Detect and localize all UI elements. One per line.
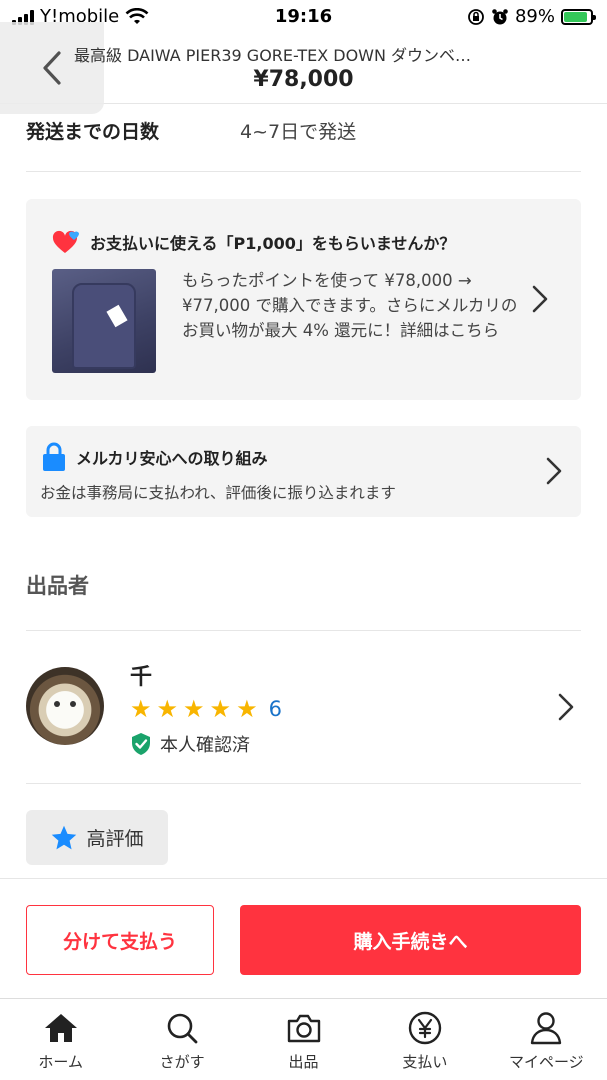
tab-label: マイページ	[508, 1053, 584, 1071]
tab-label: 出品	[288, 1053, 319, 1071]
star-icon: ★	[209, 695, 232, 723]
tab-label: 支払い	[402, 1053, 448, 1071]
divider	[26, 783, 581, 784]
star-icon: ★	[156, 695, 179, 723]
yen-icon	[408, 1011, 442, 1045]
seller-row[interactable]: 千 ★ ★ ★ ★ ★ 6 本人確認済	[0, 631, 607, 783]
battery-icon	[561, 8, 596, 25]
high-rating-label: 高評価	[86, 828, 144, 850]
lock-icon	[43, 442, 65, 471]
identity-verified: 本人確認済	[130, 731, 250, 757]
review-count: 6	[268, 697, 282, 721]
seller-section-heading: 出品者	[26, 574, 89, 598]
action-bar: 分けて支払う 購入手続きへ	[0, 878, 607, 998]
rotation-lock-icon	[468, 8, 484, 25]
point-campaign-body: もらったポイントを使って ¥78,000 → ¥77,000 で購入できます。さ…	[182, 271, 518, 340]
purchase-button[interactable]: 購入手続きへ	[240, 905, 581, 975]
chevron-right-icon	[532, 285, 548, 313]
shield-check-icon	[132, 733, 150, 755]
star-icon: ★	[236, 695, 258, 723]
safety-card[interactable]: メルカリ安心への取り組み お金は事務局に支払われ、評価後に振り込まれます	[26, 426, 581, 517]
star-icon: ★	[130, 695, 152, 723]
tab-label: ホーム	[38, 1053, 83, 1071]
hearts-icon	[52, 230, 79, 253]
chevron-right-icon	[546, 457, 562, 485]
seller-rating: ★ ★ ★ ★ ★ 6	[130, 697, 282, 721]
battery-percent: 89%	[514, 6, 555, 27]
point-campaign-headline-row: お支払いに使える「P1,000」をもらいませんか？	[52, 229, 455, 255]
safety-headline: メルカリ安心への取り組み	[76, 449, 268, 468]
star-icon	[52, 825, 77, 849]
tab-label: さがす	[159, 1053, 205, 1071]
tab-payment[interactable]: 支払い	[364, 999, 485, 1080]
shipping-days-row: 発送までの日数 4~7日で発送	[26, 104, 581, 172]
seller-avatar[interactable]	[26, 667, 104, 745]
status-bar-right: 89%	[467, 6, 596, 27]
split-payment-button[interactable]: 分けて支払う	[26, 905, 214, 975]
shipping-days-value: 4~7日で発送	[240, 121, 357, 143]
item-title: 最高級 DAIWA PIER39 GORE-TEX DOWN ダウンベ…	[74, 46, 472, 65]
item-header: 最高級 DAIWA PIER39 GORE-TEX DOWN ダウンベ… ¥78…	[0, 22, 607, 114]
item-price: ¥78,000	[253, 67, 354, 92]
person-icon	[531, 1012, 562, 1045]
tab-home[interactable]: ホーム	[0, 999, 121, 1080]
point-campaign-headline: お支払いに使える「P1,000」をもらいませんか？	[90, 234, 456, 253]
seller-name: 千	[130, 665, 153, 690]
search-icon	[167, 1013, 198, 1044]
identity-verified-label: 本人確認済	[160, 735, 250, 756]
tab-sell[interactable]: 出品	[243, 999, 364, 1080]
point-campaign-card[interactable]: お支払いに使える「P1,000」をもらいませんか？ もらったポイントを使って ¥…	[26, 199, 581, 400]
item-thumbnail	[52, 269, 156, 373]
shipping-days-label: 発送までの日数	[26, 121, 160, 143]
high-rating-badge: 高評価	[26, 810, 168, 865]
safety-headline-row: メルカリ安心への取り組み	[42, 442, 268, 472]
chevron-right-icon	[558, 693, 574, 721]
tab-mypage[interactable]: マイページ	[486, 999, 607, 1080]
safety-body: お金は事務局に支払われ、評価後に振り込まれます	[40, 484, 396, 502]
tab-bar: ホーム さがす 出品 支払い マイページ	[0, 998, 607, 1080]
alarm-icon	[492, 8, 508, 24]
home-icon	[44, 1014, 77, 1042]
star-icon: ★	[183, 695, 205, 723]
tab-search[interactable]: さがす	[121, 999, 242, 1080]
camera-icon	[287, 1014, 320, 1043]
